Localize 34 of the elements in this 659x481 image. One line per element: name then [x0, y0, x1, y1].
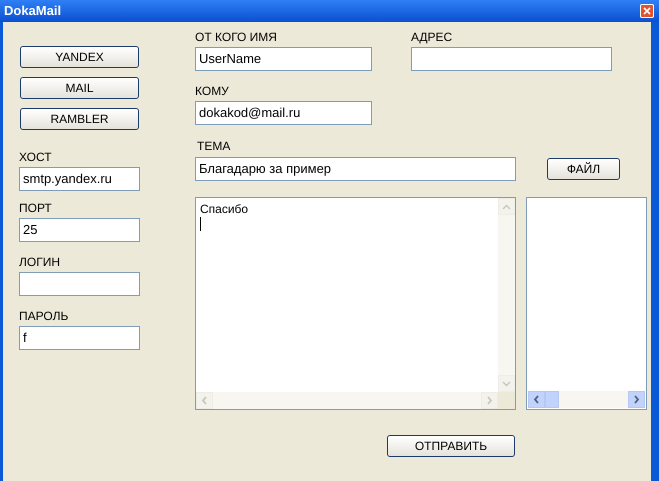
window-title: DokaMail: [4, 2, 62, 20]
button[interactable]: ОТПРАВИТЬ: [387, 435, 515, 457]
scrollbar-corner: [498, 392, 515, 409]
button[interactable]: ФАЙЛ: [547, 158, 620, 180]
scroll-thumb[interactable]: [545, 391, 559, 408]
field-label: ОТ КОГО ИМЯ: [195, 30, 278, 44]
close-icon: [643, 7, 651, 15]
field-label: ПАРОЛЬ: [19, 309, 70, 323]
scroll-right-button[interactable]: [628, 391, 645, 408]
text-cursor: [200, 217, 201, 231]
input-field[interactable]: f: [19, 326, 140, 350]
message-area[interactable]: Спасибо: [195, 197, 516, 410]
input-field[interactable]: Благадарю за пример: [195, 157, 516, 181]
field-label: ЛОГИН: [19, 255, 61, 269]
input-field[interactable]: smtp.yandex.ru: [19, 167, 140, 191]
field-label: ПОРТ: [19, 201, 53, 215]
close-button[interactable]: [640, 4, 654, 18]
field-label: ХОСТ: [19, 150, 53, 164]
button[interactable]: YANDEX: [20, 46, 139, 68]
input-field[interactable]: [411, 47, 612, 71]
button[interactable]: RAMBLER: [20, 108, 139, 130]
input-field[interactable]: 25: [19, 218, 140, 242]
attachment-list[interactable]: [526, 197, 647, 410]
scroll-up-button[interactable]: [498, 198, 515, 215]
input-field[interactable]: [19, 272, 140, 296]
input-field[interactable]: UserName: [195, 47, 372, 71]
field-label: ТЕМА: [197, 139, 232, 153]
scroll-left-button[interactable]: [528, 391, 545, 408]
scroll-down-button[interactable]: [498, 375, 515, 392]
field-label: АДРЕС: [411, 30, 454, 44]
field-label: КОМУ: [195, 84, 230, 98]
message-text: Спасибо: [200, 202, 250, 216]
button[interactable]: MAIL: [20, 77, 139, 99]
input-field[interactable]: dokakod@mail.ru: [195, 101, 372, 125]
